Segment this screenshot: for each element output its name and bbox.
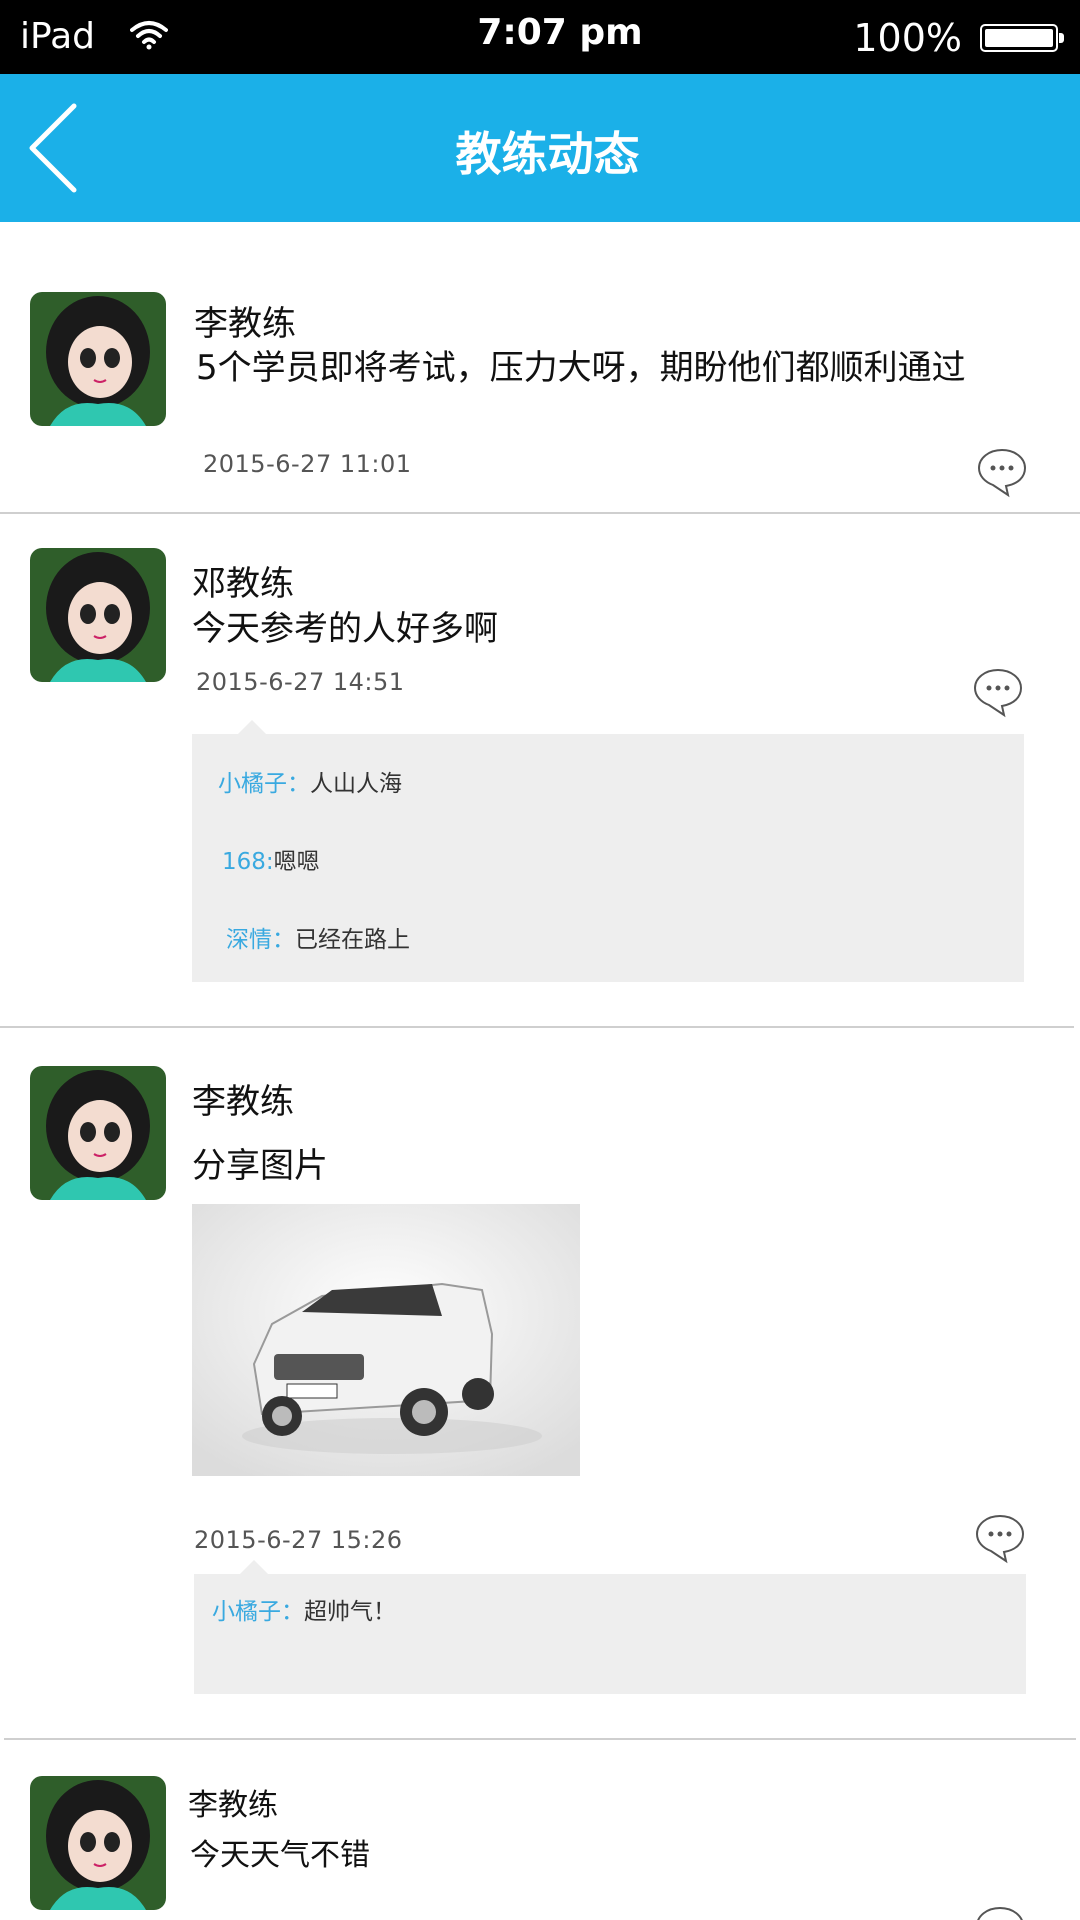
comment-text: 人山人海 [310, 771, 402, 797]
comment-button[interactable] [976, 446, 1028, 498]
comments-box: 小橘子：人山人海 168:嗯嗯 深情：已经在路上 [192, 720, 1024, 982]
avatar[interactable] [30, 548, 166, 682]
post-content: 5个学员即将考试，压力大呀，期盼他们都顺利通过 [196, 348, 966, 388]
post-content: 分享图片 [192, 1146, 328, 1186]
post-content: 今天天气不错 [190, 1838, 370, 1873]
avatar[interactable] [30, 292, 166, 426]
commenter-name[interactable]: 168: [222, 849, 274, 875]
battery-percent: 100% [853, 16, 962, 60]
comment-item[interactable]: 168:嗯嗯 [222, 842, 320, 876]
status-bar: iPad 7:07 pm 100% [0, 0, 1080, 74]
avatar[interactable] [30, 1776, 166, 1910]
comment-button[interactable] [974, 1904, 1026, 1920]
speech-bubble-icon [975, 1514, 1025, 1564]
post-time: 2015-6-27 11:01 [203, 450, 412, 478]
comment-item[interactable]: 小橘子：人山人海 [218, 764, 402, 798]
page-title: 教练动态 [455, 127, 640, 181]
post-content: 今天参考的人好多啊 [192, 609, 498, 649]
battery-icon [980, 24, 1064, 52]
post-author: 李教练 [192, 1082, 294, 1122]
shared-photo[interactable] [192, 1204, 580, 1476]
commenter-name[interactable]: 深情： [226, 927, 295, 953]
coach-feed-screen: iPad 7:07 pm 100% 教练动态 李教练 5个学员即将考试，压力大呀… [0, 0, 1080, 1920]
comment-button[interactable] [974, 1512, 1026, 1564]
post-author: 李教练 [194, 304, 296, 344]
comment-text: 已经在路上 [295, 927, 410, 953]
divider [0, 512, 1080, 514]
comment-item[interactable]: 小橘子：超帅气！ [212, 1592, 396, 1626]
comment-text: 嗯嗯 [273, 849, 320, 875]
comment-button[interactable] [972, 666, 1024, 718]
post-time: 2015-6-27 14:51 [196, 668, 405, 696]
comment-text: 超帅气！ [304, 1599, 396, 1625]
post-author: 李教练 [188, 1788, 278, 1823]
post-time: 2015-6-27 15:26 [194, 1526, 403, 1554]
speech-bubble-icon [977, 448, 1027, 498]
commenter-name[interactable]: 小橘子： [218, 771, 310, 797]
speech-bubble-icon [977, 1906, 1023, 1920]
speech-bubble-icon [973, 668, 1023, 718]
divider [4, 1738, 1076, 1740]
post-author: 邓教练 [192, 564, 294, 604]
nav-bar: 教练动态 [0, 74, 1080, 222]
comment-item[interactable]: 深情：已经在路上 [226, 920, 410, 954]
comments-box: 小橘子：超帅气！ [194, 1560, 1026, 1694]
commenter-name[interactable]: 小橘子： [212, 1599, 304, 1625]
avatar[interactable] [30, 1066, 166, 1200]
divider [0, 1026, 1074, 1028]
